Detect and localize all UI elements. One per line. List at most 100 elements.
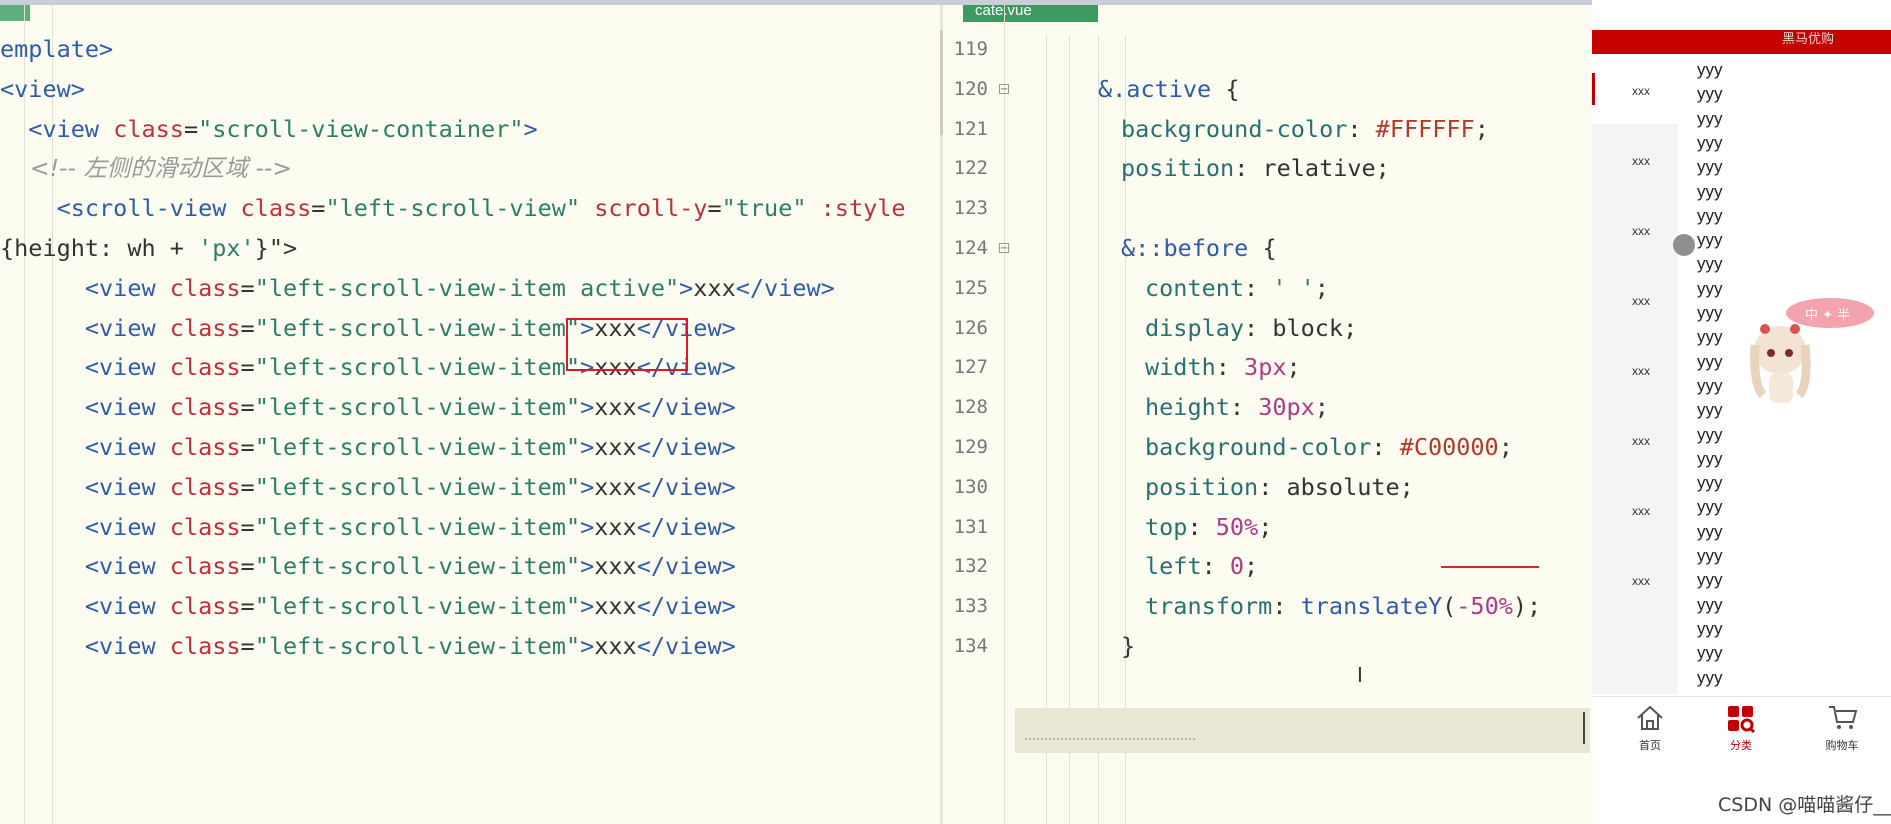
code-token: "true" [721,194,807,223]
code-token: content [1145,273,1245,302]
code-line[interactable]: <view class="left-scroll-view-item">xxx<… [0,624,736,668]
indent-guide [1069,35,1070,824]
right-scroll-view-item: yyy [1697,351,1723,371]
file-tab-cate-vue[interactable]: cate.vue [963,5,1098,22]
code-token: </view> [735,273,835,302]
fold-toggle-icon[interactable]: − [999,83,1009,94]
code-line[interactable]: <view class="left-scroll-view-item">xxx<… [0,465,736,509]
code-token: : block; [1244,313,1358,342]
code-line[interactable]: content: ' '; [1145,266,1329,310]
line-number: 121 [953,117,988,140]
code-token: <view> [0,74,85,103]
code-token: xxx [594,592,637,621]
tab-category-label: 分类 [1730,739,1752,752]
right-scroll-view-item: yyy [1697,84,1723,104]
code-line[interactable]: } [1121,624,1135,668]
code-token: 0 [1229,552,1245,581]
code-token: > [580,433,595,461]
bottom-tab-bar[interactable]: 首页 分类 购物车 [1592,696,1891,755]
code-token: </view> [636,592,736,621]
line-number: 126 [953,316,988,339]
code-token: </view> [636,512,736,541]
code-line[interactable]: top: 50%; [1145,505,1272,549]
line-number: 125 [953,276,988,299]
code-line[interactable]: position: absolute; [1145,465,1414,509]
code-token: : [1215,353,1245,382]
code-line[interactable]: <view class="scroll-view-container"> [0,107,537,151]
code-token: = [311,194,326,223]
fold-toggle-icon[interactable]: − [999,243,1009,254]
code-line[interactable]: position: relative; [1121,146,1390,190]
code-token: : absolute; [1258,472,1414,501]
left-scroll-view-item-text[interactable]: xxx [1632,154,1650,168]
code-token: xxx [594,472,637,501]
code-token: class [169,632,241,660]
code-token: > [580,552,595,581]
editor-tab-stub[interactable] [0,5,30,21]
code-line[interactable]: background-color: #C00000; [1145,425,1513,469]
tab-cart[interactable]: 购物车 [1802,697,1882,755]
tab-home[interactable]: 首页 [1610,697,1690,755]
code-token: : [1229,393,1259,422]
code-line[interactable]: <view class="left-scroll-view-item">xxx<… [0,385,736,429]
code-line[interactable]: width: 3px; [1145,345,1301,389]
left-scroll-view-item-text[interactable]: xxx [1632,364,1650,378]
code-line[interactable]: &::before { [1121,226,1277,270]
code-token: { [1211,74,1240,103]
code-token: translateY [1300,592,1443,621]
code-line[interactable]: <view class="left-scroll-view-item activ… [0,266,835,310]
code-line[interactable]: <view> [0,67,85,111]
code-token: "left-scroll-view-item" [254,472,581,501]
code-token: class [169,313,241,342]
code-line[interactable]: <!-- 左侧的滑动区域 --> [0,146,292,190]
code-token: <view [0,273,170,302]
code-token: <view [0,114,114,143]
code-line[interactable]: <view class="left-scroll-view-item">xxx<… [0,505,736,549]
style-editor-pane[interactable]: cate.vue 119120−&.active {121background-… [943,5,1590,824]
text-caret [1583,712,1585,744]
code-line[interactable]: emplate> [0,27,113,71]
code-token: background-color [1121,114,1348,143]
code-token: ); [1512,592,1542,621]
code-line[interactable]: height: 30px; [1145,385,1329,429]
code-token: "left-scroll-view" [325,194,581,223]
code-line[interactable]: display: block; [1145,306,1357,350]
code-token: transform [1145,592,1273,621]
code-token: <view [0,632,170,660]
code-line[interactable]: background-color: #FFFFFF; [1121,107,1489,151]
code-line[interactable]: &.active { [1098,67,1239,111]
code-line[interactable]: <view class="left-scroll-view-item">xxx<… [0,584,736,628]
left-scroll-view-item-text[interactable]: xxx [1632,224,1650,238]
code-line[interactable]: transform: translateY(-50%); [1145,584,1541,628]
code-token: = [707,194,722,223]
code-token: "left-scroll-view-item active" [254,273,680,302]
code-token: : [1244,273,1273,302]
right-scroll-view-item: yyy [1697,230,1723,250]
code-token: #FFFFFF [1375,114,1475,143]
gutter-border [1004,5,1005,824]
right-scroll-view-item: yyy [1697,667,1723,687]
line-number: 133 [953,595,988,618]
right-scroll-view-item: yyy [1697,546,1723,565]
code-token: </view> [636,552,736,581]
left-scroll-view-item-text[interactable]: xxx [1632,434,1650,448]
code-token: = [240,353,255,382]
code-line[interactable]: {height: wh + 'px'}"> [0,226,297,270]
code-line[interactable]: <view class="left-scroll-view-item">xxx<… [0,425,736,469]
left-scroll-view-item-text[interactable]: xxx [1632,574,1650,588]
code-token: "left-scroll-view-item" [254,632,581,660]
left-scroll-view-item-text[interactable]: xxx [1632,294,1650,308]
code-token: class [169,592,241,621]
tab-category[interactable]: 分类 [1701,697,1781,755]
code-token: ; [1258,512,1273,541]
code-line[interactable]: left: 0; [1145,544,1258,588]
code-token: : [1272,592,1301,621]
code-line[interactable]: <scroll-view class="left-scroll-view" sc… [0,186,906,230]
code-token: ( [1442,592,1457,621]
code-token: top [1145,512,1188,541]
left-scroll-view-item-text[interactable]: xxx [1632,504,1650,518]
left-scroll-view-item-text[interactable]: xxx [1632,84,1650,98]
template-editor-pane[interactable]: emplate> <view> <view class="scroll-view-… [0,5,940,824]
code-token: xxx [594,512,637,541]
code-line[interactable]: <view class="left-scroll-view-item">xxx<… [0,544,736,588]
